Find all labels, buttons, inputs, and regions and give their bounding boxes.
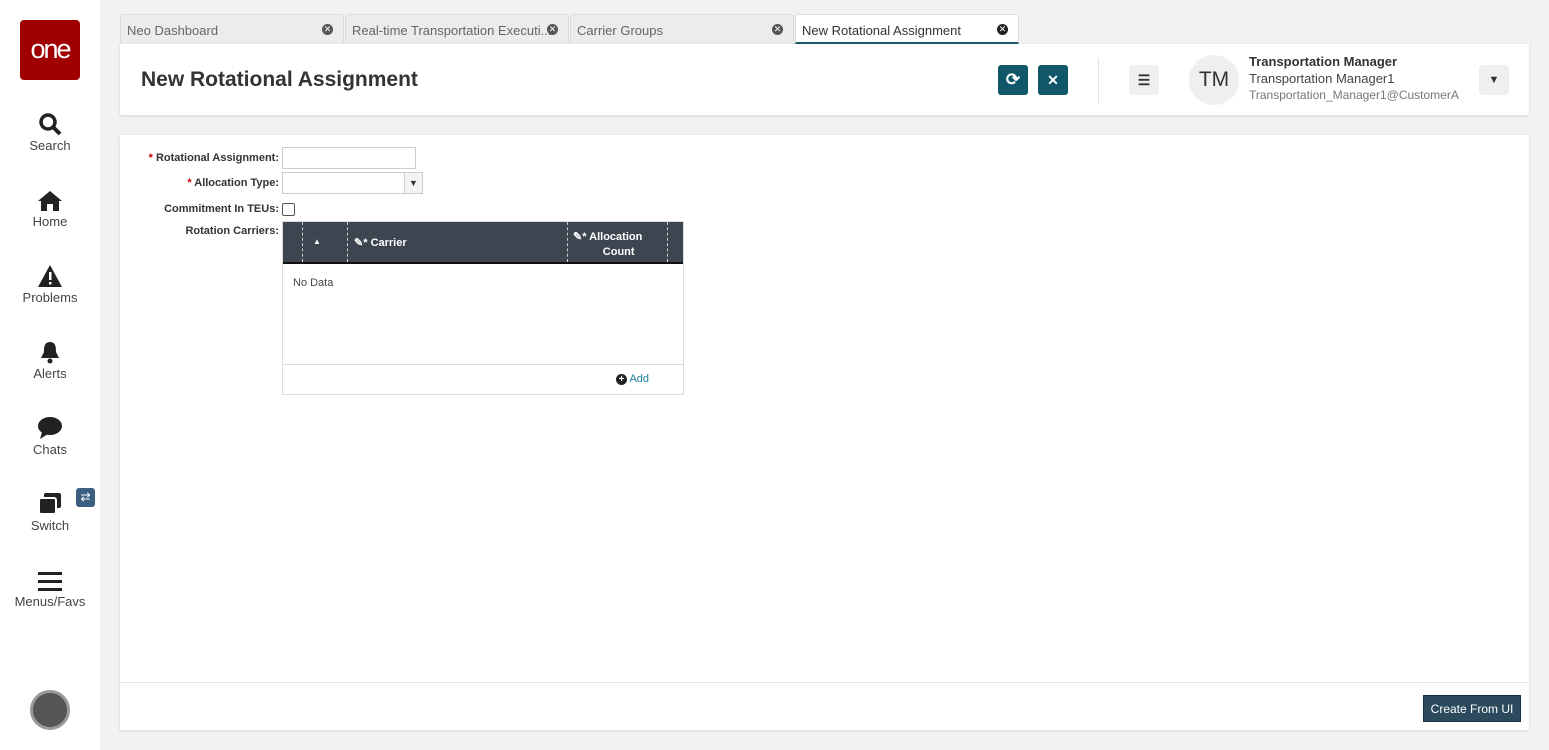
sidebar-item-label: Chats [33, 442, 67, 457]
tab-real-time-transportation[interactable]: Real-time Transportation Executi... ✕ [345, 14, 569, 44]
rotation-carriers-grid: ▲ ✎* Carrier ✎* Allocation Count No Data … [282, 221, 684, 395]
footer-divider [120, 682, 1529, 683]
plus-circle-icon: + [616, 374, 627, 385]
sidebar-item-chats[interactable]: Chats [0, 414, 100, 457]
sidebar-item-label: Alerts [33, 366, 67, 381]
close-tab-icon[interactable]: ✕ [772, 24, 783, 35]
commitment-label: Commitment In TEUs: [164, 203, 279, 215]
close-tab-icon[interactable]: ✕ [322, 24, 333, 35]
tab-label: Neo Dashboard [127, 23, 219, 38]
allocation-type-label: * Allocation Type: [187, 177, 279, 189]
user-name: Transportation Manager1 [1249, 71, 1395, 86]
tab-label: Real-time Transportation Executi... [352, 23, 552, 38]
hamburger-icon [0, 566, 100, 592]
chevron-down-icon[interactable]: ▼ [404, 173, 422, 193]
grid-header: ▲ ✎* Carrier ✎* Allocation Count [283, 222, 683, 264]
column-label: Allocation [589, 231, 643, 243]
label-text: Rotational Assignment: [155, 152, 279, 164]
page-header: New Rotational Assignment ⟳ ✕ ☰ TM Trans… [120, 44, 1529, 115]
page-title: New Rotational Assignment [141, 68, 418, 91]
sort-asc-icon[interactable]: ▲ [313, 237, 321, 246]
label-text: Allocation Type: [194, 177, 279, 189]
commitment-checkbox[interactable] [282, 203, 295, 216]
bell-icon [0, 338, 100, 364]
tab-neo-dashboard[interactable]: Neo Dashboard ✕ [120, 14, 344, 44]
sidebar-item-label: Home [32, 214, 68, 229]
close-button[interactable]: ✕ [1038, 65, 1068, 95]
required-mark: * [148, 152, 153, 164]
column-label: Carrier [370, 237, 407, 249]
menu-button[interactable]: ☰ [1129, 65, 1159, 95]
rotational-assignment-input[interactable] [282, 147, 416, 169]
sidebar-item-label: Menus/Favs [14, 594, 86, 609]
switch-badge: ⇄ [76, 488, 95, 507]
form-panel: * Rotational Assignment: * Allocation Ty… [120, 135, 1529, 730]
home-icon [0, 186, 100, 212]
sidebar-item-menus[interactable]: Menus/Favs [0, 566, 100, 609]
warning-icon [0, 262, 100, 288]
sidebar-item-search[interactable]: Search [0, 110, 100, 153]
user-role: Transportation Manager [1249, 54, 1398, 69]
assistant-avatar[interactable] [30, 690, 70, 730]
sidebar-item-problems[interactable]: Problems [0, 262, 100, 305]
refresh-button[interactable]: ⟳ [998, 65, 1028, 95]
add-row-button[interactable]: + Add [616, 373, 649, 385]
rotation-carriers-label: Rotation Carriers: [185, 225, 279, 237]
sidebar-item-alerts[interactable]: Alerts [0, 338, 100, 381]
user-avatar[interactable]: TM [1189, 55, 1239, 105]
create-from-ui-button[interactable]: Create From UI [1423, 695, 1521, 722]
sidebar: one Search Home Problems Alerts Chats Sw… [0, 0, 100, 750]
tab-bar: Neo Dashboard ✕ Real-time Transportation … [120, 14, 1020, 44]
search-icon [0, 110, 100, 136]
sidebar-item-label: Switch [30, 518, 70, 533]
close-tab-icon[interactable]: ✕ [547, 24, 558, 35]
rotational-assignment-label: * Rotational Assignment: [149, 152, 279, 164]
empty-message: No Data [293, 277, 334, 289]
required-mark: * [187, 177, 192, 189]
app-logo[interactable]: one [20, 20, 80, 80]
allocation-type-select[interactable]: ▼ [282, 172, 423, 194]
column-allocation-count[interactable]: ✎* Allocation Count [573, 230, 642, 260]
add-label: Add [629, 373, 650, 385]
edit-icon: ✎* [573, 231, 587, 243]
tab-carrier-groups[interactable]: Carrier Groups ✕ [570, 14, 794, 44]
tab-new-rotational-assignment[interactable]: New Rotational Assignment ✕ [795, 14, 1019, 44]
close-tab-icon[interactable]: ✕ [997, 24, 1008, 35]
chat-icon [0, 414, 100, 440]
column-carrier[interactable]: ✎* Carrier [354, 236, 407, 249]
user-email: Transportation_Manager1@CustomerA [1249, 88, 1459, 102]
sidebar-item-label: Problems [22, 290, 78, 305]
sidebar-item-home[interactable]: Home [0, 186, 100, 229]
column-label: Count [602, 246, 635, 258]
divider [1098, 58, 1099, 104]
tab-label: New Rotational Assignment [802, 23, 961, 38]
sidebar-item-label: Search [29, 138, 71, 153]
edit-icon: ✎* [354, 237, 368, 249]
tab-label: Carrier Groups [577, 23, 663, 38]
user-dropdown-button[interactable]: ▼ [1479, 65, 1509, 95]
